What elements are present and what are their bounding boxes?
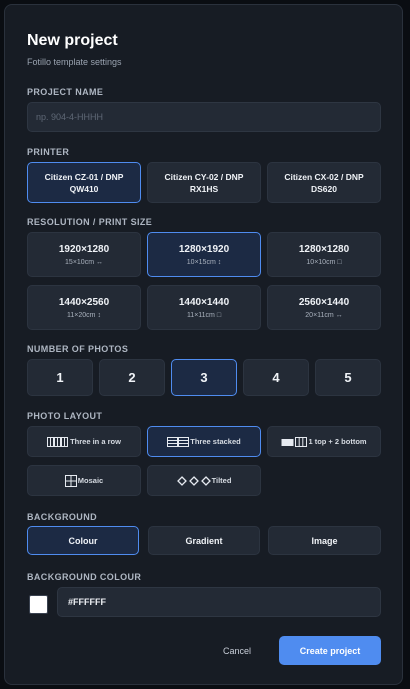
printer-label: PRINTER bbox=[27, 147, 70, 157]
resolution-size: 1920×1280 bbox=[58, 244, 110, 255]
cancel-button[interactable]: Cancel bbox=[211, 636, 263, 665]
new-project-dialog: New project Fotillo template settings PR… bbox=[4, 4, 403, 685]
photos-count-value: 4 bbox=[272, 370, 280, 385]
printer-option-label: Citizen CX-02 / DNP DS620 bbox=[284, 171, 364, 194]
project-name-label: PROJECT NAME bbox=[27, 87, 104, 97]
layout-option-label: Tilted bbox=[211, 476, 232, 485]
layout-option-label: 1 top + 2 bottom bbox=[308, 437, 367, 446]
resolution-size: 1280×1920 bbox=[178, 244, 230, 255]
dialog-subtitle: Fotillo template settings bbox=[27, 57, 122, 67]
layout-option-1-top-2-bottom[interactable]: 1 top + 2 bottom bbox=[267, 426, 381, 457]
resolution-option-1920x1280[interactable]: 1920×1280 15×10cm ↔ bbox=[27, 232, 141, 277]
mosaic-icon bbox=[64, 474, 77, 487]
layout-option-label: Mosaic bbox=[77, 476, 104, 485]
background-option-label: Gradient bbox=[185, 535, 223, 546]
resolution-option-1440x2560[interactable]: 1440×2560 11×20cm ↕ bbox=[27, 285, 141, 330]
resolution-option-2560x1440[interactable]: 2560×1440 20×11cm ↔ bbox=[267, 285, 381, 330]
printer-option-cx02[interactable]: Citizen CX-02 / DNP DS620 bbox=[267, 162, 381, 203]
project-name-input[interactable] bbox=[27, 102, 381, 132]
one-top-two-bottom-icon bbox=[281, 436, 308, 447]
photos-count-value: 2 bbox=[128, 370, 136, 385]
resolution-size: 1440×2560 bbox=[58, 297, 110, 308]
colour-hex-field[interactable]: #FFFFFF bbox=[57, 587, 381, 617]
three-columns-icon bbox=[47, 436, 69, 447]
background-option-colour[interactable]: Colour bbox=[27, 526, 139, 555]
resolution-note: 11×20cm ↕ bbox=[67, 312, 101, 319]
photos-count-value: 1 bbox=[56, 370, 64, 385]
three-stacked-icon bbox=[167, 436, 190, 447]
layout-option-label: Three stacked bbox=[190, 437, 241, 446]
background-option-label: Image bbox=[311, 535, 338, 546]
resolution-label: RESOLUTION / PRINT SIZE bbox=[27, 217, 153, 227]
background-option-image[interactable]: Image bbox=[268, 526, 381, 555]
photos-count-option-3[interactable]: 3 bbox=[171, 359, 237, 396]
photos-count-value: 5 bbox=[344, 370, 352, 385]
resolution-size: 1440×1440 bbox=[178, 297, 230, 308]
resolution-note: 15×10cm ↔ bbox=[65, 259, 103, 266]
resolution-option-1280x1280[interactable]: 1280×1280 10×10cm □ bbox=[267, 232, 381, 277]
resolution-option-1440x1440[interactable]: 1440×1440 11×11cm □ bbox=[147, 285, 261, 330]
resolution-note: 11×11cm □ bbox=[186, 312, 222, 319]
photos-count-option-4[interactable]: 4 bbox=[243, 359, 309, 396]
printer-option-cy02[interactable]: Citizen CY-02 / DNP RX1HS bbox=[147, 162, 261, 203]
resolution-note: 10×15cm ↕ bbox=[186, 259, 222, 266]
background-label: BACKGROUND bbox=[27, 512, 97, 522]
background-colour-label: BACKGROUND COLOUR bbox=[27, 572, 142, 582]
background-option-gradient[interactable]: Gradient bbox=[148, 526, 260, 555]
dialog-title: New project bbox=[27, 32, 118, 49]
resolution-note: 20×11cm ↔ bbox=[305, 312, 343, 319]
resolution-size: 1280×1280 bbox=[298, 244, 350, 255]
colour-swatch[interactable] bbox=[29, 595, 48, 614]
printer-option-cz01[interactable]: Citizen CZ-01 / DNP QW410 bbox=[27, 162, 141, 203]
layout-option-label: Three in a row bbox=[70, 437, 121, 446]
layout-option-three-stacked[interactable]: Three stacked bbox=[147, 426, 261, 457]
layout-option-tilted[interactable]: Tilted bbox=[147, 465, 261, 496]
printer-option-label: Citizen CY-02 / DNP RX1HS bbox=[164, 171, 244, 194]
photo-layout-label: PHOTO LAYOUT bbox=[27, 411, 103, 421]
printer-option-label: Citizen CZ-01 / DNP QW410 bbox=[44, 171, 124, 194]
photos-count-option-5[interactable]: 5 bbox=[315, 359, 381, 396]
tilted-icon bbox=[176, 475, 211, 486]
layout-option-mosaic[interactable]: Mosaic bbox=[27, 465, 141, 496]
layout-option-three-in-a-row[interactable]: Three in a row bbox=[27, 426, 141, 457]
photos-count-value: 3 bbox=[200, 370, 208, 385]
resolution-size: 2560×1440 bbox=[298, 297, 350, 308]
photos-count-option-1[interactable]: 1 bbox=[27, 359, 93, 396]
colour-hex-value: #FFFFFF bbox=[68, 597, 106, 607]
create-project-button[interactable]: Create project bbox=[279, 636, 381, 665]
photos-count-label: NUMBER OF PHOTOS bbox=[27, 344, 129, 354]
resolution-note: 10×10cm □ bbox=[306, 259, 342, 266]
resolution-option-1280x1920[interactable]: 1280×1920 10×15cm ↕ bbox=[147, 232, 261, 277]
photos-count-option-2[interactable]: 2 bbox=[99, 359, 165, 396]
background-option-label: Colour bbox=[68, 535, 98, 546]
